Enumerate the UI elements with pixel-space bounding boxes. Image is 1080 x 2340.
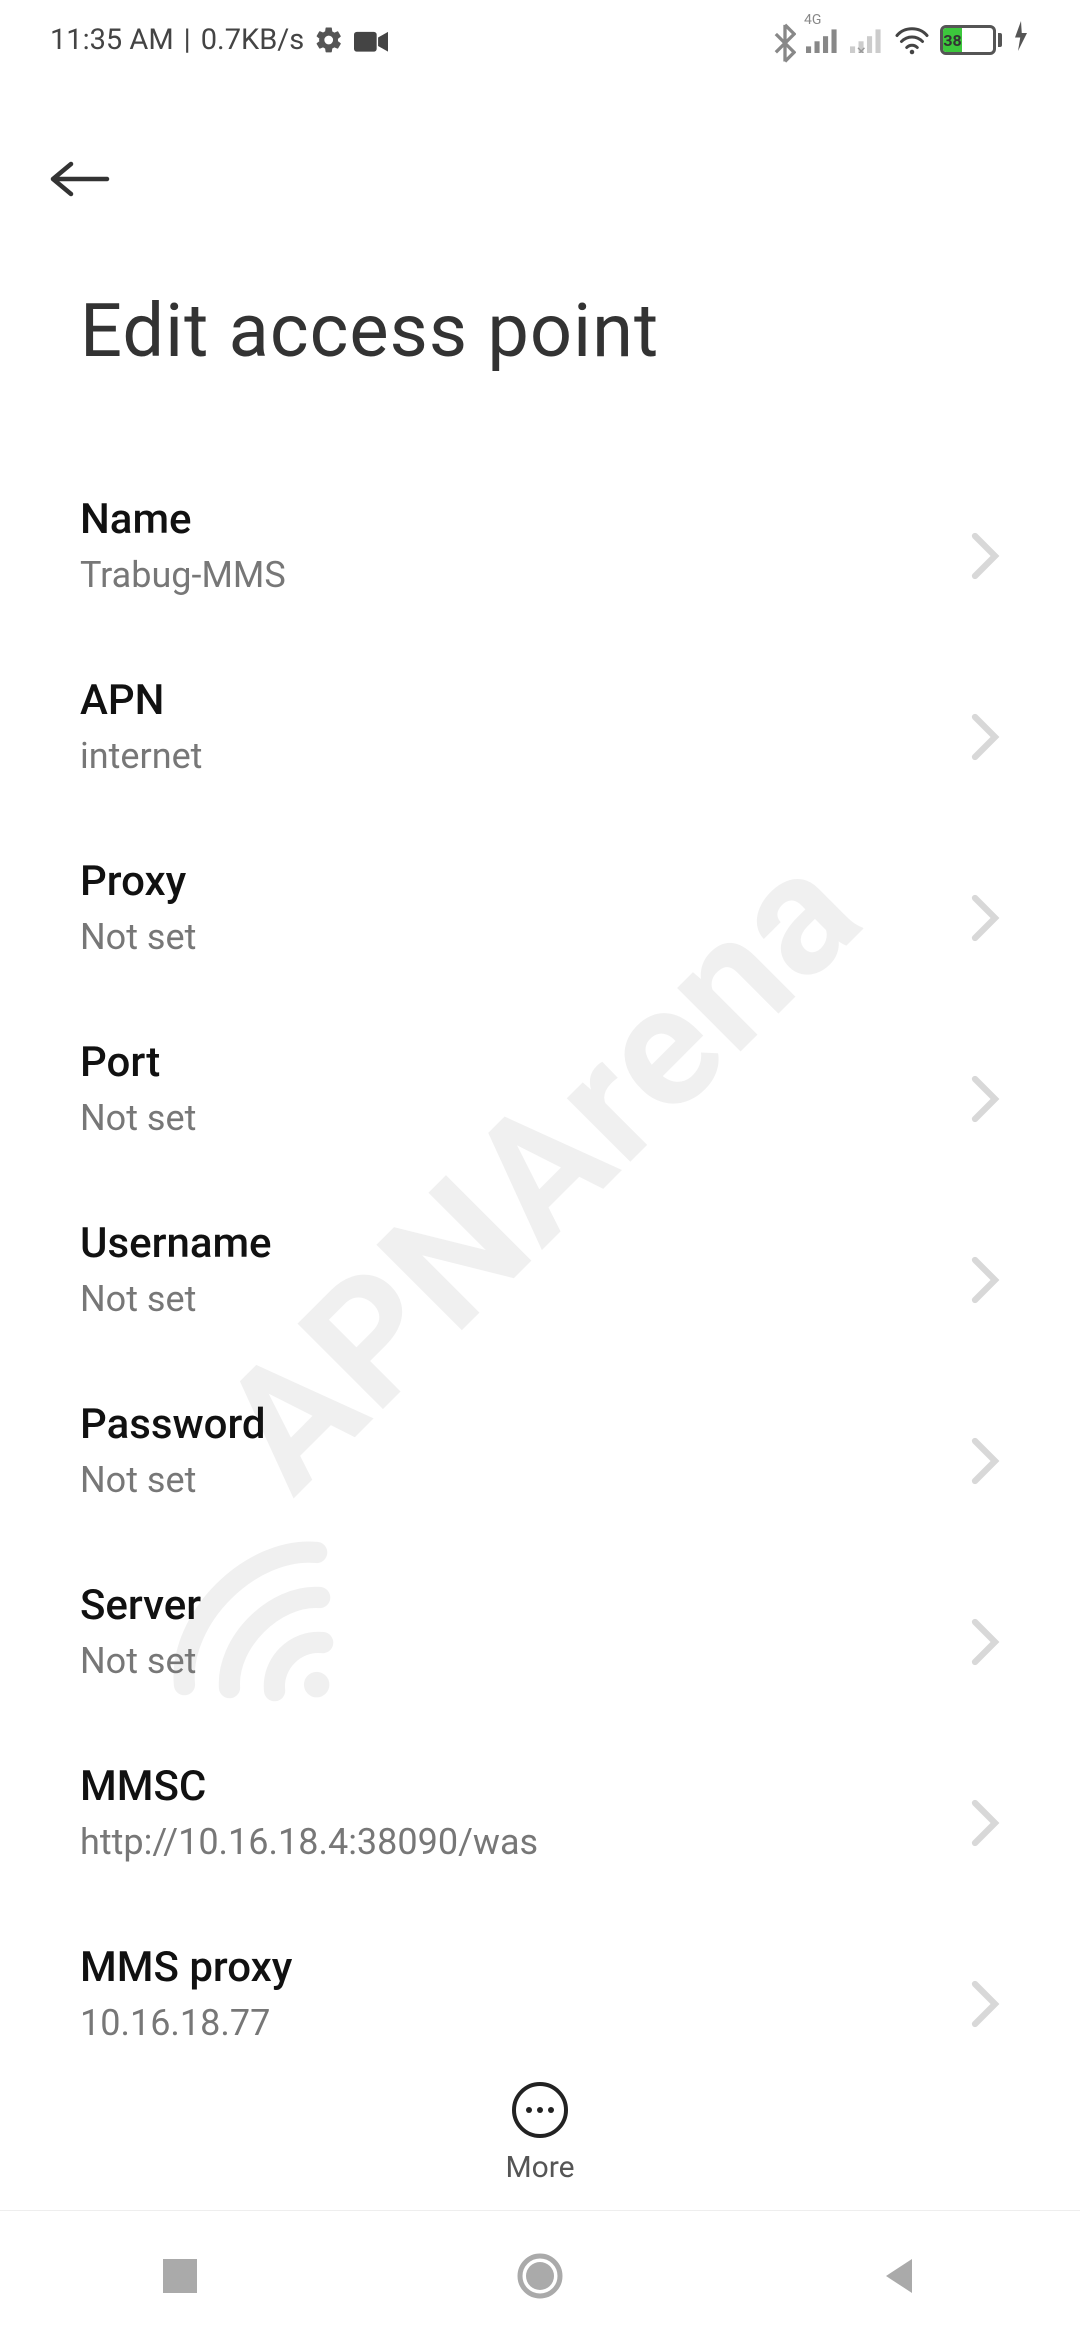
setting-label: MMSC — [80, 1762, 538, 1811]
setting-value: Not set — [80, 1278, 272, 1320]
setting-value: Not set — [80, 1459, 266, 1501]
navigation-bar — [0, 2210, 1080, 2340]
status-separator: | — [184, 23, 191, 57]
setting-value: http://10.16.18.4:38090/was — [80, 1821, 538, 1863]
chevron-right-icon — [970, 1255, 1000, 1285]
setting-label: APN — [80, 676, 202, 725]
status-time: 11:35 AM — [50, 23, 174, 57]
bottom-action-bar: More — [0, 2042, 1080, 2205]
setting-label: Name — [80, 495, 286, 544]
setting-name[interactable]: Name Trabug-MMS — [0, 455, 1080, 636]
setting-value: internet — [80, 735, 202, 777]
setting-label: Username — [80, 1219, 272, 1268]
chevron-right-icon — [970, 1798, 1000, 1828]
setting-value: Not set — [80, 916, 196, 958]
status-bar: 11:35 AM | 0.7KB/s 4G × 38 — [0, 0, 1080, 80]
camera-icon — [354, 28, 388, 52]
setting-label: Port — [80, 1038, 196, 1087]
setting-port[interactable]: Port Not set — [0, 998, 1080, 1179]
chevron-right-icon — [970, 531, 1000, 561]
setting-apn[interactable]: APN internet — [0, 636, 1080, 817]
nav-back-button[interactable] — [850, 2226, 950, 2326]
nav-recent-button[interactable] — [130, 2226, 230, 2326]
chevron-right-icon — [970, 893, 1000, 923]
more-label: More — [505, 2150, 574, 2185]
nav-home-button[interactable] — [490, 2226, 590, 2326]
wifi-icon — [894, 25, 930, 55]
setting-label: Password — [80, 1400, 266, 1449]
chevron-right-icon — [970, 712, 1000, 742]
signal-4g-icon: 4G — [806, 26, 840, 54]
setting-value: Not set — [80, 1097, 196, 1139]
gear-icon — [314, 25, 344, 55]
square-icon — [163, 2259, 197, 2293]
setting-label: Server — [80, 1581, 201, 1630]
chevron-right-icon — [970, 1617, 1000, 1647]
settings-list: NameTrabug-MMS APNinternet ProxyNot set … — [0, 455, 1080, 2084]
setting-value: Trabug-MMS — [80, 554, 286, 596]
signal-nosim-icon: × — [850, 26, 884, 54]
setting-value: 10.16.18.77 — [80, 2002, 292, 2044]
circle-icon — [517, 2253, 563, 2299]
battery-indicator: 38 — [940, 25, 1002, 55]
setting-mmsc[interactable]: MMSC http://10.16.18.4:38090/was — [0, 1722, 1080, 1903]
setting-server[interactable]: Server Not set — [0, 1541, 1080, 1722]
more-icon — [512, 2082, 568, 2138]
svg-text:×: × — [857, 42, 866, 54]
setting-proxy[interactable]: Proxy Not set — [0, 817, 1080, 998]
setting-label: MMS proxy — [80, 1943, 292, 1992]
setting-label: Proxy — [80, 857, 196, 906]
setting-password[interactable]: Password Not set — [0, 1360, 1080, 1541]
back-button[interactable] — [50, 140, 128, 218]
bluetooth-icon — [774, 23, 796, 57]
setting-username[interactable]: Username Not set — [0, 1179, 1080, 1360]
chevron-right-icon — [970, 1436, 1000, 1466]
page-title: Edit access point — [0, 218, 1080, 455]
chevron-right-icon — [970, 1979, 1000, 2009]
status-data-rate: 0.7KB/s — [201, 23, 304, 57]
charging-icon — [1012, 21, 1030, 59]
setting-value: Not set — [80, 1640, 201, 1682]
chevron-right-icon — [970, 1074, 1000, 1104]
more-button[interactable]: More — [505, 2082, 574, 2185]
triangle-icon — [882, 2256, 918, 2296]
back-arrow-icon — [50, 159, 110, 199]
